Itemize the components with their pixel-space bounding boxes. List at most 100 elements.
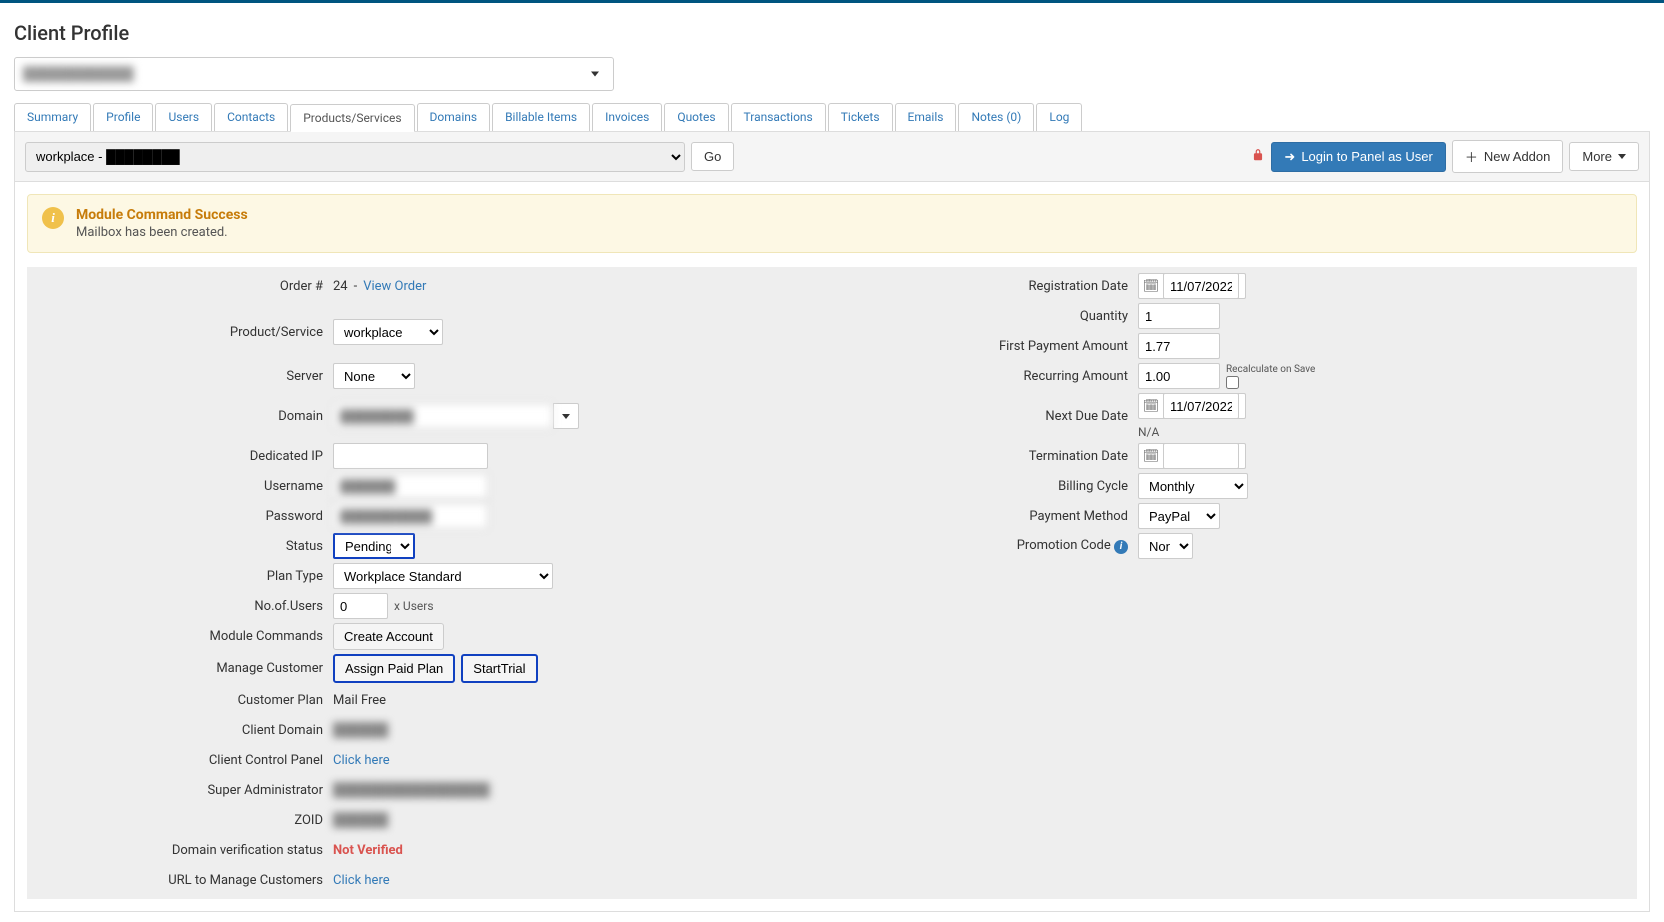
- customer-plan-value: Mail Free: [333, 693, 386, 708]
- plan-type-field[interactable]: Workplace Standard: [333, 563, 553, 589]
- tab-profile[interactable]: Profile: [93, 103, 153, 131]
- tab-transactions[interactable]: Transactions: [731, 103, 826, 131]
- server-label: Server: [33, 369, 333, 384]
- info-icon[interactable]: i: [1114, 540, 1128, 554]
- url-manage-customers-label: URL to Manage Customers: [33, 873, 333, 888]
- tab-emails[interactable]: Emails: [895, 103, 957, 131]
- next-due-date-field[interactable]: 🗓: [1138, 393, 1246, 419]
- tab-billable-items[interactable]: Billable Items: [492, 103, 590, 131]
- client-control-panel-link[interactable]: Click here: [333, 753, 390, 768]
- first-payment-field[interactable]: [1138, 333, 1220, 359]
- tab-quotes[interactable]: Quotes: [664, 103, 728, 131]
- more-button[interactable]: More: [1569, 142, 1639, 171]
- chevron-down-icon: [591, 67, 599, 82]
- first-payment-label: First Payment Amount: [838, 339, 1138, 354]
- padlock-icon: [1251, 147, 1265, 167]
- next-due-date-label: Next Due Date: [838, 409, 1138, 424]
- promotion-code-label: Promotion Code i: [838, 538, 1138, 554]
- calendar-icon: 🗓: [1139, 449, 1163, 464]
- termination-date-field[interactable]: 🗓: [1138, 443, 1246, 469]
- tab-bar: Summary Profile Users Contacts Products/…: [14, 103, 1650, 132]
- domain-field[interactable]: [333, 403, 553, 429]
- login-as-user-button[interactable]: ➜ Login to Panel as User: [1271, 142, 1445, 172]
- super-admin-value: █████████████████: [333, 782, 490, 798]
- recurring-amount-field[interactable]: [1138, 363, 1220, 389]
- recalculate-label: Recalculate on Save: [1226, 364, 1315, 376]
- zoid-label: ZOID: [33, 813, 333, 828]
- view-order-link[interactable]: View Order: [363, 279, 426, 294]
- tab-notes[interactable]: Notes (0): [958, 103, 1034, 131]
- payment-method-label: Payment Method: [838, 509, 1138, 524]
- registration-date-field[interactable]: 🗓: [1138, 273, 1246, 299]
- registration-date-label: Registration Date: [838, 279, 1138, 294]
- new-addon-button[interactable]: ＋ New Addon: [1452, 140, 1564, 173]
- info-icon: i: [42, 207, 64, 229]
- dedicated-ip-field[interactable]: [333, 443, 488, 469]
- billing-cycle-field[interactable]: Monthly: [1138, 473, 1248, 499]
- product-service-field[interactable]: workplace: [333, 319, 443, 345]
- product-toolbar: workplace - ████████ Go ➜ Login to Panel…: [14, 132, 1650, 182]
- client-domain-label: Client Domain: [33, 723, 333, 738]
- create-account-button[interactable]: Create Account: [333, 623, 444, 650]
- recurring-amount-label: Recurring Amount: [838, 369, 1138, 384]
- calendar-icon: 🗓: [1139, 399, 1163, 414]
- zoid-value: ██████: [333, 812, 388, 828]
- promotion-code-field[interactable]: None: [1138, 533, 1193, 559]
- server-field[interactable]: None: [333, 363, 415, 389]
- users-suffix: x Users: [394, 599, 434, 613]
- product-service-select[interactable]: workplace - ████████: [25, 142, 685, 172]
- quantity-field[interactable]: [1138, 303, 1220, 329]
- tab-domains[interactable]: Domains: [417, 103, 491, 131]
- signin-icon: ➜: [1284, 149, 1295, 165]
- calendar-icon: 🗓: [1139, 279, 1163, 294]
- alert-title: Module Command Success: [76, 207, 248, 223]
- billing-cycle-label: Billing Cycle: [838, 479, 1138, 494]
- tab-invoices[interactable]: Invoices: [592, 103, 662, 131]
- status-label: Status: [33, 539, 333, 554]
- tab-summary[interactable]: Summary: [14, 103, 91, 131]
- no-of-users-field[interactable]: [333, 593, 388, 619]
- url-manage-customers-link[interactable]: Click here: [333, 873, 390, 888]
- tab-log[interactable]: Log: [1036, 103, 1082, 131]
- domain-verification-label: Domain verification status: [33, 843, 333, 858]
- manage-customer-label: Manage Customer: [33, 661, 333, 676]
- password-field[interactable]: [333, 503, 488, 529]
- status-field[interactable]: Pending: [333, 533, 415, 559]
- domain-label: Domain: [33, 409, 333, 424]
- no-of-users-label: No.of.Users: [33, 599, 333, 614]
- customer-plan-label: Customer Plan: [33, 693, 333, 708]
- password-label: Password: [33, 509, 333, 524]
- username-field[interactable]: [333, 473, 488, 499]
- domain-dropdown-button[interactable]: [553, 403, 579, 429]
- next-due-sub: N/A: [1138, 425, 1159, 439]
- payment-method-field[interactable]: PayPal: [1138, 503, 1220, 529]
- page-title: Client Profile: [14, 21, 1650, 45]
- username-label: Username: [33, 479, 333, 494]
- termination-date-label: Termination Date: [838, 449, 1138, 464]
- client-selector[interactable]: ████████████: [14, 57, 614, 91]
- super-admin-label: Super Administrator: [33, 783, 333, 798]
- tab-products-services[interactable]: Products/Services: [290, 104, 414, 132]
- dedicated-ip-label: Dedicated IP: [33, 449, 333, 464]
- order-number: 24: [333, 279, 348, 294]
- plan-type-label: Plan Type: [33, 569, 333, 584]
- client-control-panel-label: Client Control Panel: [33, 753, 333, 768]
- recalculate-checkbox[interactable]: [1226, 376, 1239, 389]
- start-trial-button[interactable]: StartTrial: [461, 654, 537, 683]
- assign-paid-plan-button[interactable]: Assign Paid Plan: [333, 654, 455, 683]
- alert-success: i Module Command Success Mailbox has bee…: [27, 194, 1637, 253]
- alert-message: Mailbox has been created.: [76, 225, 248, 240]
- domain-verification-value: Not Verified: [333, 843, 403, 858]
- tab-users[interactable]: Users: [155, 103, 212, 131]
- go-button[interactable]: Go: [691, 142, 734, 171]
- quantity-label: Quantity: [838, 309, 1138, 324]
- client-domain-value: ██████: [333, 722, 388, 738]
- caret-down-icon: [1618, 154, 1626, 159]
- tab-tickets[interactable]: Tickets: [828, 103, 893, 131]
- order-label: Order #: [33, 279, 333, 294]
- module-commands-label: Module Commands: [33, 629, 333, 644]
- tab-contacts[interactable]: Contacts: [214, 103, 288, 131]
- product-service-label: Product/Service: [33, 325, 333, 340]
- client-selector-value: ████████████: [23, 66, 134, 82]
- plus-icon: ＋: [1465, 147, 1478, 166]
